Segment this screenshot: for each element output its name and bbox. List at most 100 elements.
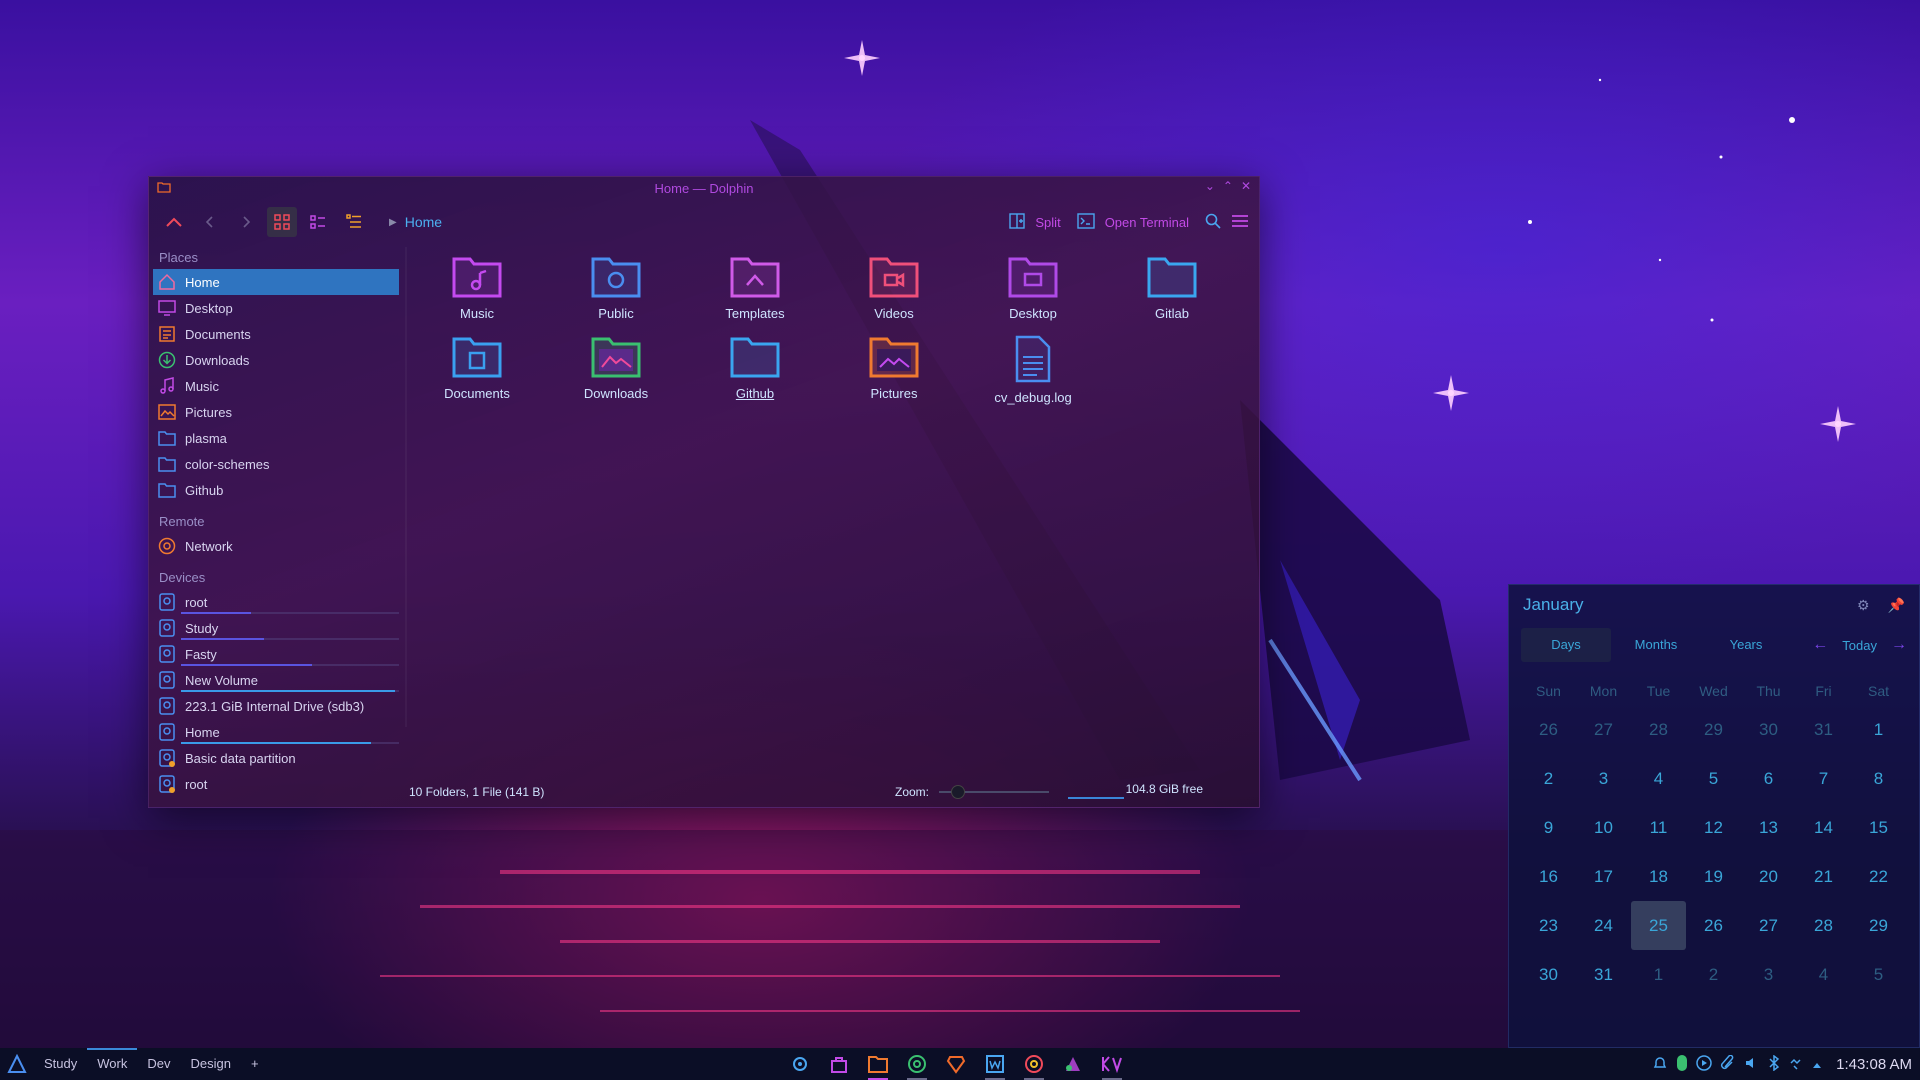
task-file-manager[interactable] — [864, 1048, 892, 1080]
calendar-day[interactable]: 17 — [1576, 852, 1631, 901]
calendar-day[interactable]: 31 — [1796, 705, 1851, 754]
device-new-volume[interactable]: New Volume — [153, 667, 405, 693]
place-plasma[interactable]: plasma — [153, 425, 405, 451]
app-launcher-button[interactable] — [0, 1054, 34, 1074]
calendar-day[interactable]: 1 — [1631, 950, 1686, 999]
calendar-day[interactable]: 15 — [1851, 803, 1906, 852]
go-up-button[interactable] — [159, 207, 189, 237]
calendar-day[interactable]: 10 — [1576, 803, 1631, 852]
place-music[interactable]: Music — [153, 373, 405, 399]
calendar-day[interactable]: 29 — [1686, 705, 1741, 754]
calendar-day[interactable]: 9 — [1521, 803, 1576, 852]
file-item[interactable]: Github — [695, 335, 815, 401]
tab-years[interactable]: Years — [1701, 628, 1791, 662]
desktop-study[interactable]: Study — [34, 1048, 87, 1080]
terminal-icon[interactable] — [1076, 212, 1095, 232]
calendar-day[interactable]: 1 — [1851, 705, 1906, 754]
media-player-icon[interactable] — [1696, 1054, 1712, 1074]
file-item[interactable]: Gitlab — [1112, 255, 1232, 321]
calendar-day[interactable]: 27 — [1576, 705, 1631, 754]
icons-view-button[interactable] — [267, 207, 297, 237]
device-root-2[interactable]: root — [153, 771, 405, 797]
split-button[interactable]: Split — [1035, 215, 1060, 230]
calendar-day[interactable]: 2 — [1686, 950, 1741, 999]
place-home[interactable]: Home — [153, 269, 399, 295]
file-item[interactable]: Pictures — [834, 335, 954, 401]
maximize-icon[interactable]: ⌃ — [1223, 179, 1233, 193]
place-network[interactable]: Network — [153, 533, 405, 559]
task-settings[interactable] — [786, 1048, 814, 1080]
file-item[interactable]: Downloads — [556, 335, 676, 401]
calendar-day[interactable]: 6 — [1741, 754, 1796, 803]
panel-splitter[interactable] — [405, 247, 407, 727]
breadcrumb-home[interactable]: Home — [405, 214, 442, 230]
calendar-day[interactable]: 29 — [1851, 901, 1906, 950]
calendar-day[interactable]: 21 — [1796, 852, 1851, 901]
device-root[interactable]: root — [153, 589, 405, 615]
calendar-day[interactable]: 30 — [1741, 705, 1796, 754]
calendar-day[interactable]: 30 — [1521, 950, 1576, 999]
calendar-day[interactable]: 28 — [1796, 901, 1851, 950]
network-icon[interactable] — [1788, 1055, 1804, 1074]
task-writer[interactable] — [981, 1048, 1009, 1080]
tab-days[interactable]: Days — [1521, 628, 1611, 662]
calendar-day[interactable]: 28 — [1631, 705, 1686, 754]
file-item[interactable]: Desktop — [973, 255, 1093, 321]
place-documents[interactable]: Documents — [153, 321, 405, 347]
calendar-day[interactable]: 13 — [1741, 803, 1796, 852]
bluetooth-icon[interactable] — [1768, 1054, 1780, 1074]
pin-icon[interactable]: 📌 — [1888, 597, 1905, 614]
device-study[interactable]: Study — [153, 615, 405, 641]
file-item[interactable]: Videos — [834, 255, 954, 321]
device-internal-drive[interactable]: 223.1 GiB Internal Drive (sdb3) — [153, 693, 405, 719]
calendar-day[interactable]: 3 — [1741, 950, 1796, 999]
calendar-month[interactable]: January — [1523, 595, 1583, 615]
calendar-day[interactable]: 5 — [1686, 754, 1741, 803]
open-terminal-button[interactable]: Open Terminal — [1105, 215, 1189, 230]
task-brave[interactable] — [942, 1048, 970, 1080]
calendar-day[interactable]: 3 — [1576, 754, 1631, 803]
calendar-day[interactable]: 14 — [1796, 803, 1851, 852]
hamburger-menu-icon[interactable] — [1231, 214, 1249, 231]
calendar-day[interactable]: 12 — [1686, 803, 1741, 852]
split-icon[interactable] — [1009, 212, 1026, 232]
clock[interactable]: 1:43:08 AM — [1836, 1056, 1912, 1073]
gear-icon[interactable]: ⚙ — [1857, 597, 1870, 614]
desktop-dev[interactable]: Dev — [137, 1048, 180, 1080]
calendar-day[interactable]: 31 — [1576, 950, 1631, 999]
file-item[interactable]: Documents — [417, 335, 537, 401]
status-icon[interactable] — [1676, 1054, 1688, 1075]
place-github[interactable]: Github — [153, 477, 405, 503]
search-icon[interactable] — [1205, 213, 1221, 232]
calendar-day[interactable]: 4 — [1631, 754, 1686, 803]
zoom-slider-handle[interactable] — [951, 785, 966, 799]
place-pictures[interactable]: Pictures — [153, 399, 405, 425]
calendar-day[interactable]: 7 — [1796, 754, 1851, 803]
today-button[interactable]: Today — [1842, 638, 1877, 653]
file-item[interactable]: cv_debug.log — [973, 335, 1093, 405]
calendar-day[interactable]: 2 — [1521, 754, 1576, 803]
calendar-day[interactable]: 23 — [1521, 901, 1576, 950]
task-chrome[interactable] — [903, 1048, 931, 1080]
details-view-button[interactable] — [339, 207, 369, 237]
task-chrome-2[interactable] — [1020, 1048, 1048, 1080]
zoom-slider[interactable] — [939, 785, 1050, 799]
calendar-day[interactable]: 26 — [1686, 901, 1741, 950]
minimize-icon[interactable]: ⌄ — [1205, 179, 1215, 193]
task-kvantum[interactable] — [1098, 1048, 1126, 1080]
place-desktop[interactable]: Desktop — [153, 295, 405, 321]
calendar-day[interactable]: 16 — [1521, 852, 1576, 901]
place-color-schemes[interactable]: color-schemes — [153, 451, 405, 477]
clipboard-icon[interactable] — [1720, 1054, 1736, 1074]
desktop-design[interactable]: Design — [180, 1048, 240, 1080]
calendar-day[interactable]: 20 — [1741, 852, 1796, 901]
notifications-icon[interactable] — [1652, 1055, 1668, 1074]
calendar-day[interactable]: 24 — [1576, 901, 1631, 950]
device-home[interactable]: Home — [153, 719, 405, 745]
arrow-left-icon[interactable]: ← — [1812, 636, 1828, 654]
calendar-day[interactable]: 8 — [1851, 754, 1906, 803]
tab-months[interactable]: Months — [1611, 628, 1701, 662]
calendar-day[interactable]: 27 — [1741, 901, 1796, 950]
calendar-day[interactable]: 5 — [1851, 950, 1906, 999]
close-icon[interactable]: ✕ — [1241, 179, 1251, 193]
